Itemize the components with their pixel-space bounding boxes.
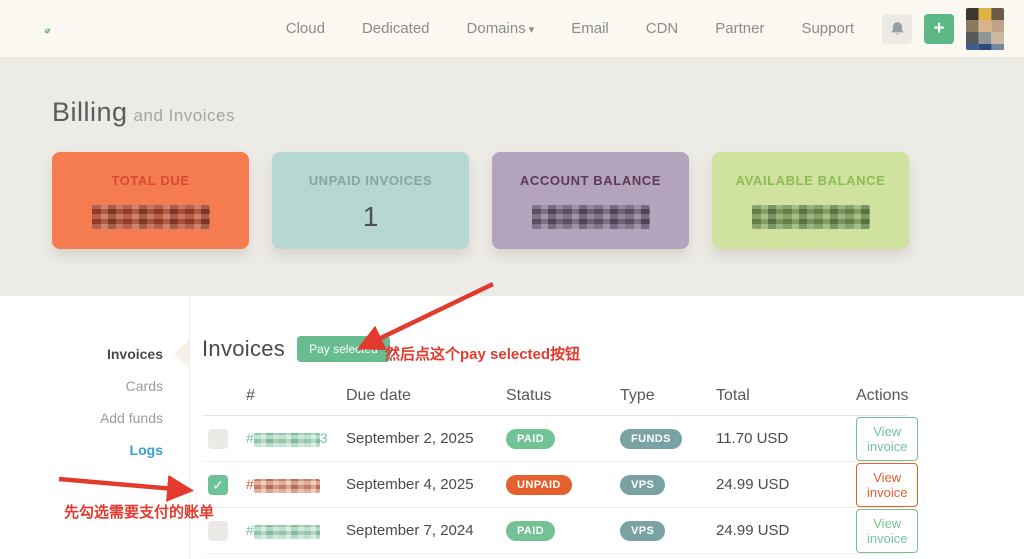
col-type: Type xyxy=(620,386,655,404)
billing-content: Invoices Cards Add funds Logs Invoices P… xyxy=(0,296,1024,559)
col-total: Total xyxy=(716,386,750,404)
col-number: # xyxy=(246,386,255,404)
top-navigation: Cloud Dedicated Domains ▾ Email CDN Partn… xyxy=(0,0,1024,57)
invoice-3-number-link[interactable]: # xyxy=(246,522,346,539)
user-avatar[interactable] xyxy=(966,7,1004,50)
invoice-number-prefix: # xyxy=(246,522,254,539)
card-account-balance: ACCOUNT BALANCE xyxy=(492,152,689,249)
bell-icon xyxy=(890,21,904,35)
col-actions: Actions xyxy=(856,386,909,404)
invoice-2-number-link[interactable]: # xyxy=(246,476,346,493)
invoices-table: # Due date Status Type Total Actions #3 … xyxy=(202,376,919,554)
page-title: Billing and Invoices xyxy=(52,97,1024,128)
sidebar-item-invoices[interactable]: Invoices xyxy=(0,338,189,370)
invoices-heading: Invoices xyxy=(202,336,286,361)
card-unpaid-invoices-label: UNPAID INVOICES xyxy=(308,173,433,188)
invoice-2-total: 24.99 USD xyxy=(716,476,790,493)
card-available-balance: AVAILABLE BALANCE xyxy=(712,152,909,249)
card-available-balance-label: AVAILABLE BALANCE xyxy=(735,173,886,188)
card-total-due-label: TOTAL DUE xyxy=(111,173,190,188)
invoice-1-checkbox[interactable] xyxy=(208,428,228,449)
page-title-sub: and Invoices xyxy=(133,106,235,125)
nav-item-cdn[interactable]: CDN xyxy=(646,20,679,37)
invoice-3-total: 24.99 USD xyxy=(716,522,790,539)
invoice-1-number-link[interactable]: #3 xyxy=(246,430,346,447)
redacted-account-balance-value xyxy=(531,205,650,229)
nav-item-email[interactable]: Email xyxy=(571,20,609,37)
card-total-due: TOTAL DUE xyxy=(52,152,249,249)
invoice-1-due-date: September 2, 2025 xyxy=(346,430,474,447)
invoice-2-due-date: September 4, 2025 xyxy=(346,476,474,493)
nav-item-domains-label: Domains xyxy=(466,20,526,37)
nav-item-support[interactable]: Support xyxy=(801,20,854,37)
redacted-invoice-number xyxy=(253,524,320,539)
redacted-total-due-value xyxy=(91,205,210,229)
col-due-date: Due date xyxy=(346,386,411,404)
avatar-pixelated-image xyxy=(966,7,1004,50)
sidebar-item-logs[interactable]: Logs xyxy=(0,434,189,466)
table-row-invoice-2: ✓ # September 4, 2025 UNPAID VPS 24.99 U… xyxy=(202,462,919,508)
invoice-3-checkbox[interactable] xyxy=(208,520,228,541)
billing-sidebar: Invoices Cards Add funds Logs xyxy=(0,296,190,559)
nav-item-partner[interactable]: Partner xyxy=(715,20,764,37)
invoice-number-prefix: # xyxy=(246,430,254,447)
table-row-invoice-1: #3 September 2, 2025 PAID FUNDS 11.70 US… xyxy=(202,416,919,462)
card-unpaid-invoices-value: 1 xyxy=(362,201,379,232)
invoice-1-view-button[interactable]: View invoice xyxy=(856,416,919,461)
brand-logo-icon[interactable] xyxy=(44,6,51,56)
invoice-1-total: 11.70 USD xyxy=(716,430,789,447)
card-account-balance-label: ACCOUNT BALANCE xyxy=(519,173,662,188)
chevron-down-icon: ▾ xyxy=(528,24,535,36)
invoice-2-status-badge: UNPAID xyxy=(506,474,572,495)
invoice-number-prefix: # xyxy=(246,476,254,493)
invoice-3-status-badge: PAID xyxy=(506,520,556,541)
sidebar-item-add-funds[interactable]: Add funds xyxy=(0,402,189,434)
invoice-1-type-badge: FUNDS xyxy=(620,428,682,449)
redacted-available-balance-value xyxy=(751,205,870,229)
nav-item-dedicated[interactable]: Dedicated xyxy=(362,20,430,37)
redacted-invoice-number xyxy=(253,432,320,447)
invoice-2-type-badge: VPS xyxy=(620,474,666,495)
notifications-button[interactable] xyxy=(882,13,912,44)
invoice-3-type-badge: VPS xyxy=(620,520,666,541)
invoices-table-header: # Due date Status Type Total Actions xyxy=(202,376,909,416)
col-status: Status xyxy=(506,386,552,404)
nav-item-cloud[interactable]: Cloud xyxy=(286,20,325,37)
add-service-button[interactable]: + xyxy=(924,13,954,44)
nav-links: Cloud Dedicated Domains ▾ Email CDN Partn… xyxy=(286,20,854,37)
invoice-number-suffix: 3 xyxy=(319,430,328,447)
invoices-panel: Invoices Pay selected # Due date Status … xyxy=(190,296,919,559)
sidebar-item-cards[interactable]: Cards xyxy=(0,370,189,402)
invoice-3-due-date: September 7, 2024 xyxy=(346,522,474,539)
page-title-main: Billing xyxy=(52,97,128,127)
invoice-1-status-badge: PAID xyxy=(506,428,556,449)
invoice-2-checkbox-checked[interactable]: ✓ xyxy=(208,474,228,495)
active-item-notch-icon xyxy=(174,340,189,368)
billing-header-band: Billing and Invoices TOTAL DUE UNPAID INV… xyxy=(0,57,1024,296)
nav-actions: + xyxy=(882,7,1004,50)
billing-summary-cards: TOTAL DUE UNPAID INVOICES 1 ACCOUNT BALA… xyxy=(52,152,1024,249)
table-row-invoice-3: # September 7, 2024 PAID VPS 24.99 USD V… xyxy=(202,508,919,554)
pay-selected-button[interactable]: Pay selected xyxy=(297,336,390,362)
nav-item-domains[interactable]: Domains ▾ xyxy=(467,20,535,37)
invoice-2-view-button[interactable]: View invoice xyxy=(856,462,919,507)
card-unpaid-invoices: UNPAID INVOICES 1 xyxy=(272,152,469,249)
redacted-invoice-number xyxy=(253,478,320,493)
invoice-3-view-button[interactable]: View invoice xyxy=(856,508,919,553)
